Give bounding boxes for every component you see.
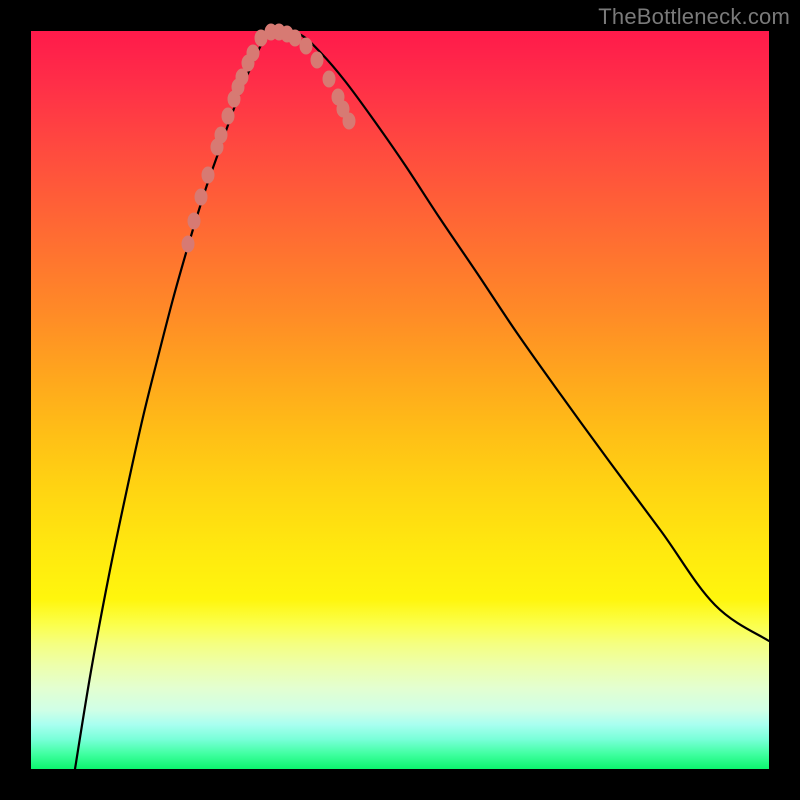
bead	[323, 71, 336, 88]
bead	[343, 113, 356, 130]
chart-svg	[31, 31, 769, 769]
chart-frame: TheBottleneck.com	[0, 0, 800, 800]
bead	[182, 236, 195, 253]
bead	[300, 38, 313, 55]
bottleneck-curve	[75, 31, 769, 769]
watermark-text: TheBottleneck.com	[598, 4, 790, 30]
bead	[222, 108, 235, 125]
bead	[215, 127, 228, 144]
bead	[202, 167, 215, 184]
bead	[188, 213, 201, 230]
curve-beads	[182, 24, 356, 253]
bead	[311, 52, 324, 69]
bead	[247, 45, 260, 62]
bead	[289, 30, 302, 47]
bead	[195, 189, 208, 206]
